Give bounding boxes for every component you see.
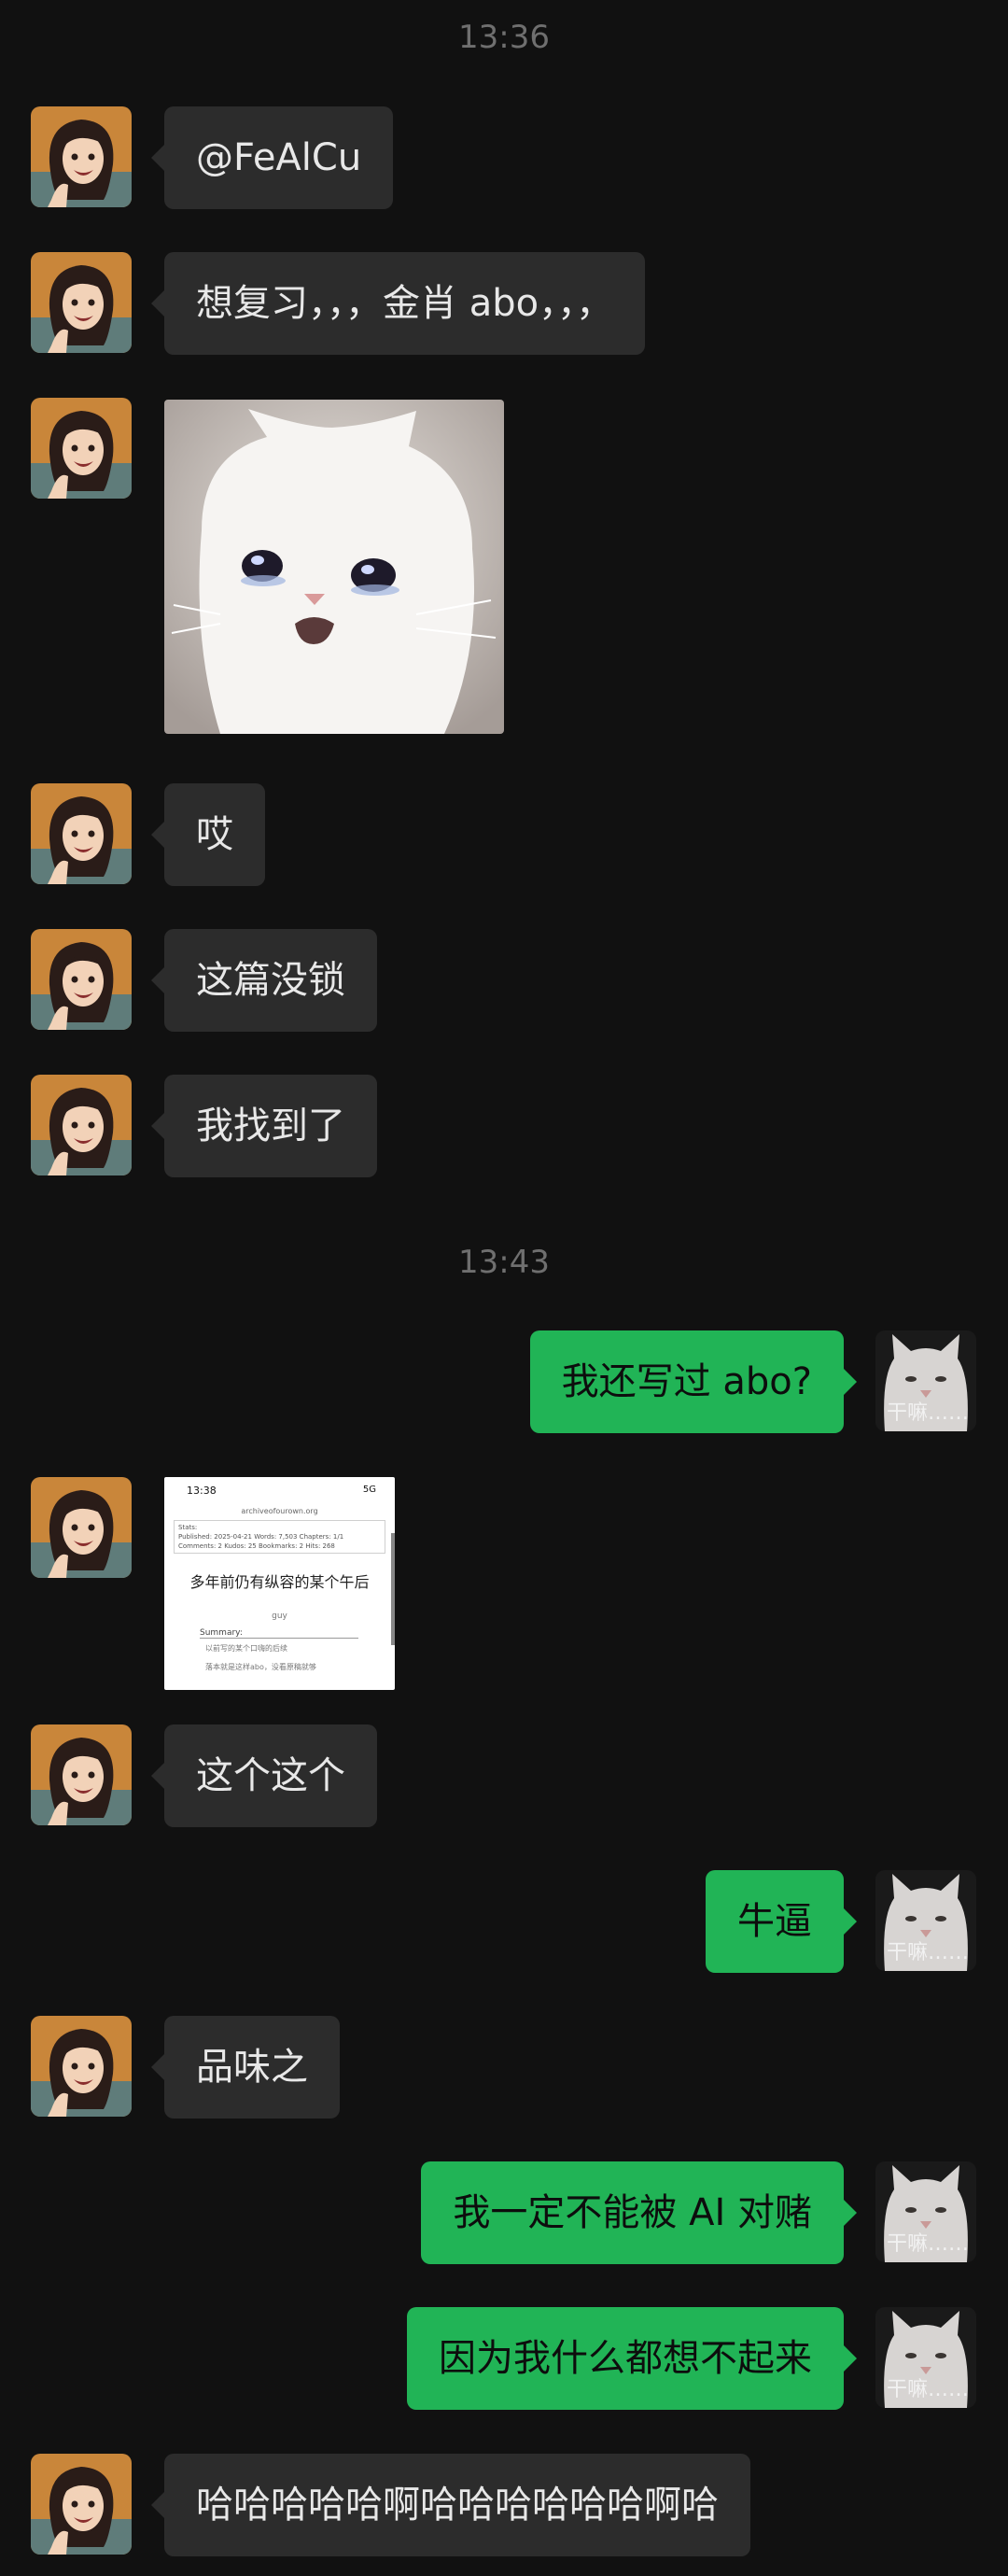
message-bubble[interactable]: 哈哈哈哈哈啊哈哈哈哈哈哈啊哈 <box>151 2454 750 2556</box>
cartoon-girl-avatar-icon <box>31 783 132 884</box>
contact-avatar[interactable] <box>31 2454 132 2555</box>
timestamp: 13:36 <box>458 19 550 56</box>
message-bubble[interactable]: 这个这个 <box>151 1724 377 1827</box>
contact-avatar[interactable] <box>31 1075 132 1175</box>
cartoon-girl-avatar-icon <box>31 252 132 353</box>
my-avatar[interactable]: 干嘛…… <box>875 1870 976 1971</box>
message-bubble[interactable]: 哎 <box>151 783 265 886</box>
contact-avatar[interactable] <box>31 2016 132 2117</box>
contact-avatar[interactable] <box>31 398 132 499</box>
screenshot-scrollbar <box>391 1533 395 1645</box>
screenshot-stats-label: Stats: <box>178 1524 198 1531</box>
contact-avatar[interactable] <box>31 1477 132 1578</box>
screenshot-stats-box: Stats: Published: 2025-04-21 Words: 7,50… <box>174 1520 385 1554</box>
my-avatar[interactable]: 干嘛…… <box>875 2307 976 2408</box>
my-avatar-label: 干嘛…… <box>887 1401 970 1425</box>
contact-avatar[interactable] <box>31 252 132 353</box>
screenshot-status-signal: 5G <box>362 1485 376 1495</box>
my-avatar[interactable]: 干嘛…… <box>875 1330 976 1431</box>
cartoon-girl-avatar-icon <box>31 1724 132 1825</box>
message-bubble[interactable]: 我找到了 <box>151 1075 377 1177</box>
message-bubble-outgoing[interactable]: 牛逼 <box>706 1870 857 1973</box>
cartoon-girl-avatar-icon <box>31 2454 132 2555</box>
my-avatar-label: 干嘛…… <box>887 2232 970 2256</box>
chat-view: 13:36 @FeAlCu 想复习，，，金肖 abo，，， 哎 这篇没锁 我找到… <box>0 0 1008 2576</box>
crying-white-cat-sticker[interactable] <box>164 400 504 734</box>
contact-avatar[interactable] <box>31 929 132 1030</box>
screenshot-stats-comments: Comments: 2 Kudos: 25 Bookmarks: 2 Hits:… <box>178 1542 335 1550</box>
screenshot-status-time: 13:38 <box>187 1485 217 1497</box>
screenshot-stats-published: Published: 2025-04-21 Words: 7,503 Chapt… <box>178 1533 344 1541</box>
timestamp: 13:43 <box>458 1244 550 1281</box>
contact-avatar[interactable] <box>31 783 132 884</box>
cartoon-girl-avatar-icon <box>31 106 132 207</box>
archive-screenshot-image[interactable]: 13:38 5G archiveofourown.org Stats: Publ… <box>164 1477 395 1690</box>
my-avatar[interactable]: 干嘛…… <box>875 2161 976 2262</box>
cartoon-girl-avatar-icon <box>31 398 132 499</box>
screenshot-url: archiveofourown.org <box>241 1507 318 1515</box>
cartoon-girl-avatar-icon <box>31 1477 132 1578</box>
message-bubble-outgoing[interactable]: 因为我什么都想不起来 <box>407 2307 857 2410</box>
cartoon-girl-avatar-icon <box>31 929 132 1030</box>
contact-avatar[interactable] <box>31 106 132 207</box>
message-bubble-outgoing[interactable]: 我还写过 abo? <box>529 1330 858 1433</box>
message-bubble[interactable]: 这篇没锁 <box>151 929 377 1032</box>
cartoon-girl-avatar-icon <box>31 1075 132 1175</box>
my-avatar-label: 干嘛…… <box>887 1941 970 1964</box>
message-bubble[interactable]: 想复习，，，金肖 abo，，， <box>150 252 646 355</box>
contact-avatar[interactable] <box>31 1724 132 1825</box>
screenshot-summary-label: Summary: <box>200 1628 358 1639</box>
my-avatar-label: 干嘛…… <box>887 2378 970 2401</box>
message-bubble[interactable]: 品味之 <box>151 2016 340 2119</box>
screenshot-summary-line: 以前写的某个口嗨的后续 <box>205 1644 287 1653</box>
cartoon-girl-avatar-icon <box>31 2016 132 2117</box>
screenshot-author: guy <box>272 1612 287 1621</box>
screenshot-title: 多年前仍有纵容的某个午后 <box>189 1573 370 1591</box>
message-bubble[interactable]: @FeAlCu <box>150 106 394 209</box>
message-bubble-outgoing[interactable]: 我一定不能被 AI 对赌 <box>421 2161 857 2264</box>
crying-cat-sticker-icon <box>164 400 504 734</box>
screenshot-summary-line: 落本就是这样abo，没看原稿就够 <box>205 1663 316 1671</box>
